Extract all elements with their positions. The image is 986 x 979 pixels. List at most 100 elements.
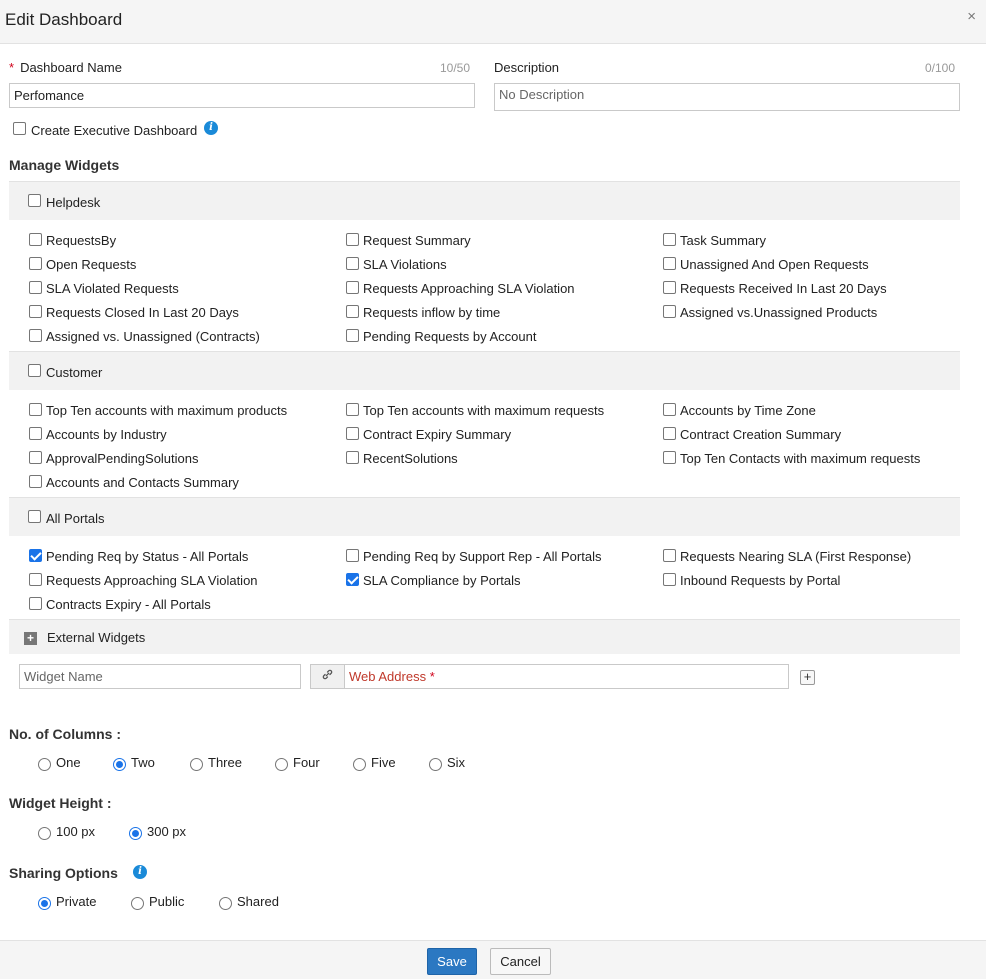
widget-checkbox[interactable]	[663, 305, 676, 318]
radio-button[interactable]	[219, 897, 232, 910]
radio-button[interactable]	[113, 758, 126, 771]
widget-label: Accounts by Time Zone	[680, 403, 816, 418]
radio-label: Two	[131, 755, 155, 770]
widget-label: Unassigned And Open Requests	[680, 257, 869, 272]
close-icon[interactable]: ×	[967, 8, 976, 25]
radio-label: 300 px	[147, 824, 187, 839]
cancel-button[interactable]: Cancel	[490, 948, 551, 975]
widget-label: Requests Received In Last 20 Days	[680, 281, 887, 296]
widget-checkbox[interactable]	[663, 451, 676, 464]
widget-checkbox[interactable]	[346, 305, 359, 318]
web-address-input[interactable]: Web Address *	[344, 664, 789, 689]
widget-label: Contract Expiry Summary	[363, 427, 512, 442]
widget-checkbox[interactable]	[29, 233, 42, 246]
description-counter: 0/100	[925, 61, 956, 75]
widget-checkbox[interactable]	[346, 257, 359, 270]
widget-checkbox[interactable]	[663, 233, 676, 246]
widget-checkbox[interactable]	[29, 451, 42, 464]
executive-dashboard-checkbox[interactable]	[13, 122, 26, 135]
group-label: All Portals	[46, 511, 105, 526]
widget-checkbox[interactable]	[29, 403, 42, 416]
group-checkbox-customer[interactable]	[28, 364, 41, 377]
widget-label: Accounts and Contacts Summary	[46, 475, 239, 490]
widget-label: Top Ten accounts with maximum requests	[363, 403, 605, 418]
widget-label: SLA Violations	[363, 257, 447, 272]
radio-label: Shared	[237, 894, 279, 909]
radio-button[interactable]	[275, 758, 288, 771]
radio-button[interactable]	[429, 758, 442, 771]
dashboard-name-input[interactable]	[9, 83, 475, 108]
radio-button[interactable]	[190, 758, 203, 771]
required-mark: *	[9, 60, 15, 75]
sharing-options-title: Sharing Options	[9, 865, 118, 881]
widget-checkbox[interactable]	[346, 573, 359, 586]
add-widget-button[interactable]: +	[800, 670, 815, 685]
manage-widgets-title: Manage Widgets	[9, 157, 120, 173]
widget-label: Accounts by Industry	[46, 427, 167, 442]
radio-button[interactable]	[353, 758, 366, 771]
radio-label: Four	[293, 755, 320, 770]
link-icon[interactable]	[310, 664, 345, 689]
widget-checkbox[interactable]	[29, 281, 42, 294]
widget-checkbox[interactable]	[663, 573, 676, 586]
widget-label: SLA Compliance by Portals	[363, 573, 521, 588]
widget-label: Inbound Requests by Portal	[680, 573, 841, 588]
widget-checkbox[interactable]	[29, 305, 42, 318]
name-counter: 10/50	[440, 61, 471, 75]
widget-checkbox[interactable]	[29, 549, 42, 562]
dashboard-name-label: * Dashboard Name	[9, 60, 122, 75]
widget-checkbox[interactable]	[346, 233, 359, 246]
widget-label: SLA Violated Requests	[46, 281, 179, 296]
radio-label: Six	[447, 755, 466, 770]
widget-checkbox[interactable]	[29, 257, 42, 270]
widget-label: Assigned vs.Unassigned Products	[680, 305, 878, 320]
radio-button[interactable]	[131, 897, 144, 910]
widget-label: Requests Approaching SLA Violation	[46, 573, 258, 588]
widget-label: Task Summary	[680, 233, 766, 248]
radio-label: Public	[149, 894, 185, 909]
widget-label: Pending Req by Status - All Portals	[46, 549, 249, 564]
widget-checkbox[interactable]	[346, 403, 359, 416]
radio-label: Three	[208, 755, 242, 770]
dialog-header: Edit Dashboard ×	[0, 0, 986, 44]
widget-checkbox[interactable]	[346, 549, 359, 562]
save-button[interactable]: Save	[427, 948, 477, 975]
widget-checkbox[interactable]	[29, 427, 42, 440]
radio-label: 100 px	[56, 824, 96, 839]
widget-checkbox[interactable]	[663, 403, 676, 416]
columns-title: No. of Columns :	[9, 726, 121, 742]
widget-label: Top Ten accounts with maximum products	[46, 403, 288, 418]
widget-checkbox[interactable]	[663, 281, 676, 294]
widget-checkbox[interactable]	[29, 475, 42, 488]
widget-checkbox[interactable]	[346, 427, 359, 440]
radio-label: One	[56, 755, 81, 770]
radio-button[interactable]	[38, 897, 51, 910]
group-checkbox-helpdesk[interactable]	[28, 194, 41, 207]
widget-name-input[interactable]	[19, 664, 301, 689]
info-icon[interactable]: i	[204, 121, 218, 135]
widget-label: Requests Nearing SLA (First Response)	[680, 549, 912, 564]
expand-plus-icon[interactable]: +	[24, 632, 37, 645]
widget-checkbox[interactable]	[346, 281, 359, 294]
widget-label: Contracts Expiry - All Portals	[46, 597, 211, 612]
widget-checkbox[interactable]	[663, 427, 676, 440]
radio-button[interactable]	[38, 827, 51, 840]
executive-dashboard-label: Create Executive Dashboard	[31, 123, 198, 138]
radio-button[interactable]	[38, 758, 51, 771]
group-bar-helpdesk: Helpdesk	[9, 181, 960, 220]
widget-checkbox[interactable]	[346, 329, 359, 342]
widget-checkbox[interactable]	[29, 597, 42, 610]
radio-button[interactable]	[129, 827, 142, 840]
external-widgets-bar: + External Widgets	[9, 619, 960, 654]
description-input[interactable]	[494, 83, 960, 111]
widget-checkbox[interactable]	[663, 549, 676, 562]
widget-checkbox[interactable]	[663, 257, 676, 270]
group-checkbox-all-portals[interactable]	[28, 510, 41, 523]
widget-label: Pending Req by Support Rep - All Portals	[363, 549, 602, 564]
info-icon[interactable]: i	[133, 865, 147, 879]
widget-checkbox[interactable]	[29, 329, 42, 342]
radio-label: Five	[371, 755, 396, 770]
widget-checkbox[interactable]	[29, 573, 42, 586]
widget-checkbox[interactable]	[346, 451, 359, 464]
widget-label: Assigned vs. Unassigned (Contracts)	[46, 329, 260, 344]
